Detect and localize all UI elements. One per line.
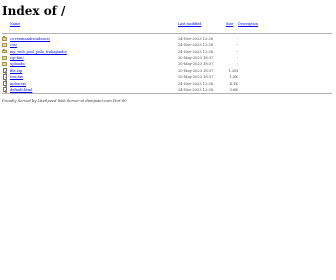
file-size: - bbox=[236, 55, 238, 60]
modified-date: 24-Nov-2023 12:38 bbox=[178, 87, 213, 92]
folder-icon bbox=[2, 42, 8, 48]
sort-by-modified-link[interactable]: Last modified bbox=[178, 22, 201, 26]
entry-link[interactable]: file.zip bbox=[10, 69, 22, 73]
entry-link[interactable]: cs-reemandresidence/ bbox=[10, 37, 50, 41]
modified-date: 24-Nov-2023 12:38 bbox=[178, 43, 213, 48]
file-size: 1.2M bbox=[228, 68, 238, 73]
divider bbox=[2, 33, 332, 34]
file-size: 4.1K bbox=[229, 81, 238, 86]
list-item: index.txt 24-Nov-2023 12:38 4.1K bbox=[2, 80, 332, 88]
file-size: - bbox=[236, 49, 238, 54]
modified-date: 20-May-2023 18:37 bbox=[178, 75, 214, 80]
list-item: css/ 24-Nov-2023 12:38 - bbox=[2, 42, 332, 48]
list-item: test.txt 20-May-2023 18:37 1.8K bbox=[2, 74, 332, 81]
entry-link[interactable]: my_web_pool_pnlo_trabajando/ bbox=[10, 50, 67, 54]
folder-icon bbox=[2, 55, 8, 60]
entry-link[interactable]: test.txt bbox=[10, 75, 23, 79]
folder-icon bbox=[2, 49, 8, 54]
folder-icon bbox=[2, 62, 8, 67]
modified-date: 24-Nov-2023 12:38 bbox=[178, 81, 213, 86]
file-icon bbox=[2, 80, 8, 88]
file-icon bbox=[2, 68, 8, 75]
file-size: 3.6K bbox=[229, 87, 238, 92]
folder-icon bbox=[2, 36, 8, 41]
list-item: file.zip 20-May-2023 18:37 1.2M bbox=[2, 68, 332, 75]
list-item: cgi-bin/ 20-May-2023 18:37 - bbox=[2, 55, 332, 61]
entry-link[interactable]: uploads/ bbox=[10, 62, 25, 66]
sort-by-size-link[interactable]: Size bbox=[226, 22, 233, 26]
modified-date: 20-May-2023 18:37 bbox=[178, 62, 214, 67]
modified-date: 20-May-2023 18:37 bbox=[178, 55, 214, 60]
list-item: uploads/ 20-May-2023 18:37 - bbox=[2, 62, 332, 68]
modified-date: 24-Nov-2023 12:38 bbox=[178, 36, 213, 41]
entry-link[interactable]: css/ bbox=[10, 43, 17, 47]
modified-date: 20-May-2023 18:37 bbox=[178, 68, 214, 73]
entry-link[interactable]: cgi-bin/ bbox=[10, 56, 24, 60]
divider bbox=[2, 93, 332, 94]
file-icon bbox=[2, 87, 8, 94]
list-item: my_web_pool_pnlo_trabajando/ 24-Nov-2023… bbox=[2, 49, 332, 55]
server-signature: Proudly Served by LiteSpeed Web Server a… bbox=[2, 99, 127, 103]
sort-by-name-link[interactable]: Name bbox=[10, 22, 20, 26]
sort-by-description-link[interactable]: Description bbox=[238, 22, 258, 26]
file-size: - bbox=[236, 36, 238, 41]
file-size: - bbox=[236, 43, 238, 48]
listing-header: Name Last modified Size Description bbox=[2, 22, 332, 30]
entry-link[interactable]: default.html bbox=[10, 88, 32, 92]
directory-listing: Name Last modified Size Description cs-r… bbox=[2, 22, 332, 96]
page-title: Index of / bbox=[2, 4, 66, 18]
file-icon bbox=[2, 74, 8, 81]
entry-link[interactable]: index.txt bbox=[10, 82, 26, 86]
file-size: 1.8K bbox=[229, 75, 238, 80]
list-item: cs-reemandresidence/ 24-Nov-2023 12:38 - bbox=[2, 36, 332, 42]
file-size: - bbox=[236, 62, 238, 67]
modified-date: 24-Nov-2023 12:38 bbox=[178, 49, 213, 54]
